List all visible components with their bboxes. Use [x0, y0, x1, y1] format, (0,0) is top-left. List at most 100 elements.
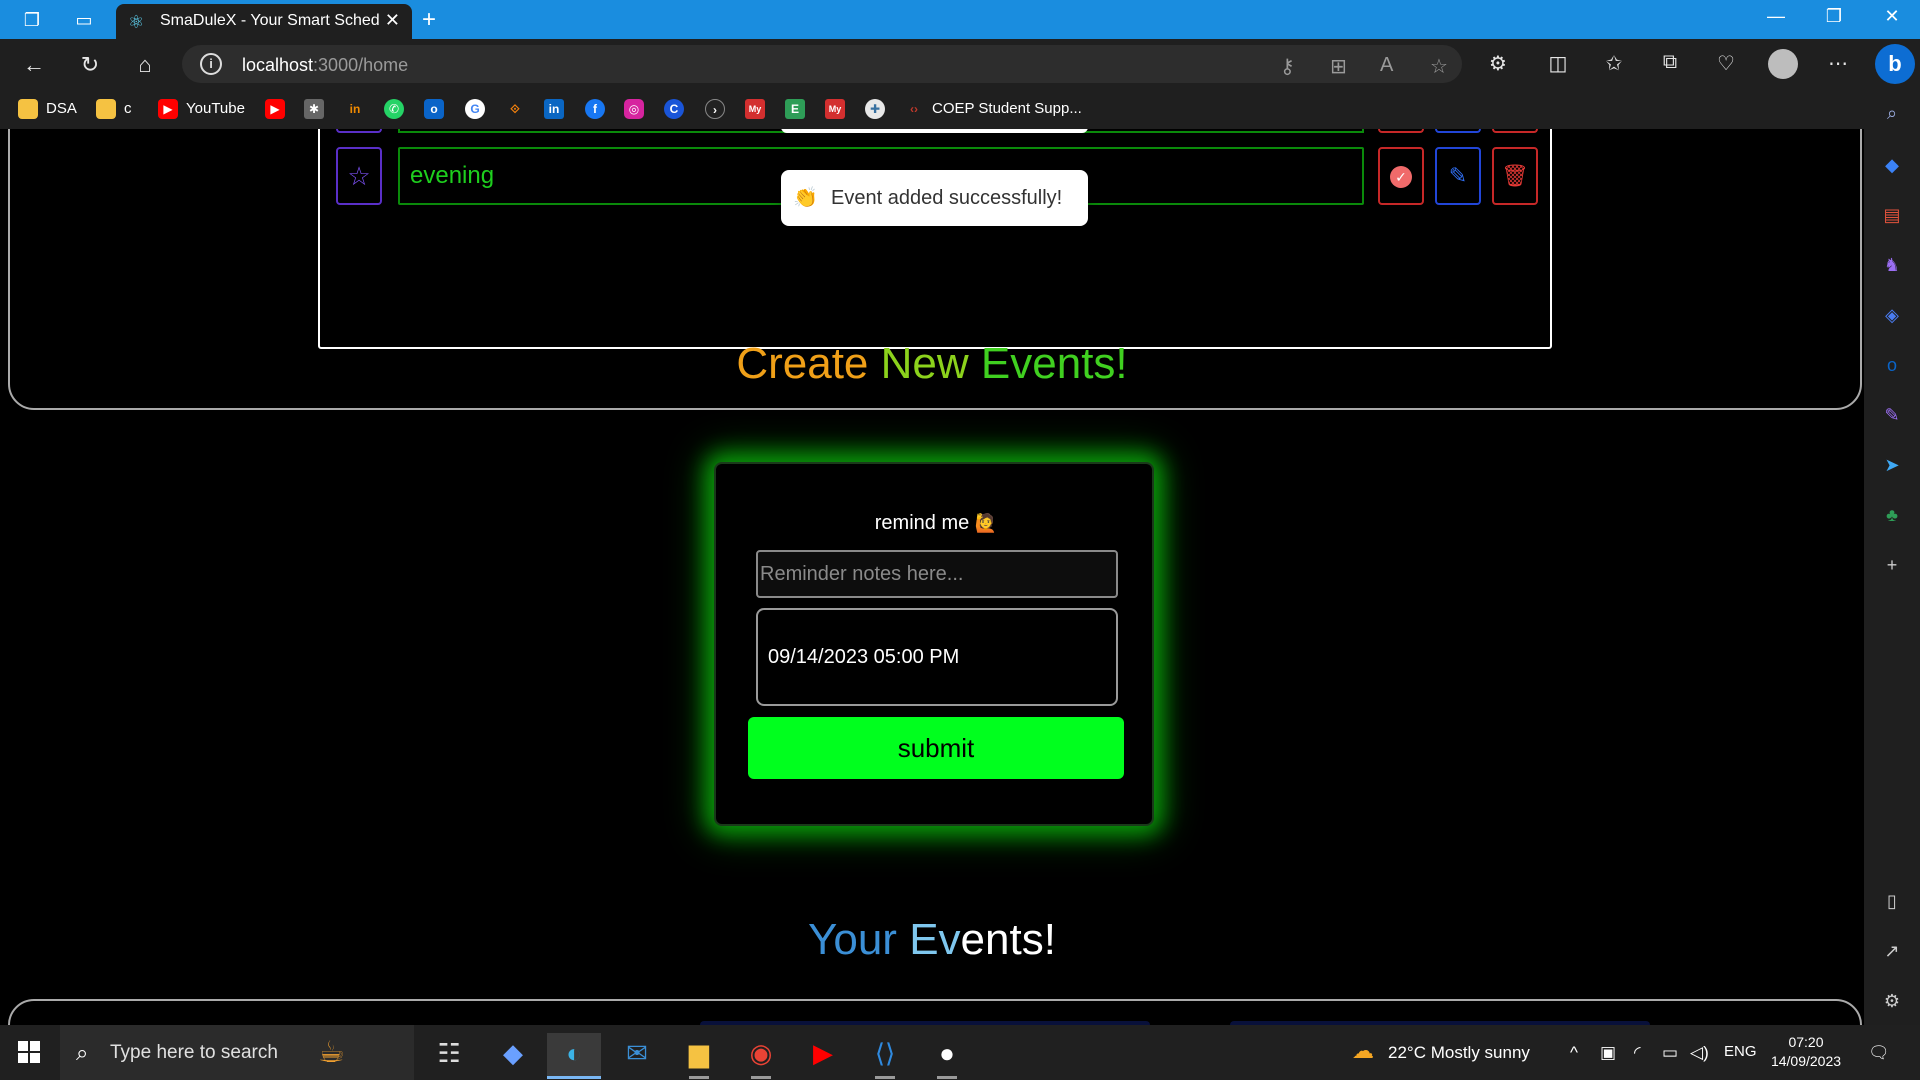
mail-icon[interactable]: ✉ [610, 1033, 664, 1079]
shopping-tag-icon[interactable]: ◆ [1880, 153, 1904, 177]
language-indicator[interactable]: ENG [1724, 1043, 1757, 1060]
in-shortcut-icon[interactable]: in [345, 99, 365, 119]
read-aloud-icon[interactable]: A [1380, 54, 1393, 77]
split-screen-icon[interactable]: ◫ [1544, 51, 1572, 76]
clock[interactable]: 07:20 14/09/2023 [1768, 1033, 1844, 1071]
your-events-heading: Your Events! [808, 915, 1056, 964]
weather-text[interactable]: 22°C Mostly sunny [1388, 1043, 1530, 1063]
youtube-taskbar-icon[interactable]: ▶ [796, 1033, 850, 1079]
my-shortcut-icon[interactable]: My [745, 99, 765, 119]
external-link-icon[interactable]: ↗ [1880, 939, 1904, 963]
favorite-star-icon[interactable]: ☆ [1430, 54, 1448, 79]
instagram-icon[interactable]: ◎ [624, 99, 644, 119]
search-icon[interactable]: ⌕ [1880, 101, 1904, 125]
edge-sidebar: ⌕ ◆ ▤ ♞ ◈ o ✎ ➤ ♣ + ▯ ↗ ⚙ [1864, 89, 1920, 1025]
extensions-icon[interactable]: ⚙ [1484, 51, 1512, 76]
wifi-icon[interactable]: ◜ [1634, 1043, 1641, 1063]
close-window-button[interactable]: ✕ [1872, 6, 1912, 27]
events-list: ☆ evening ✓ ✎ 🗑 [318, 129, 1552, 349]
facebook-icon[interactable]: f [585, 99, 605, 119]
google-icon[interactable]: G [465, 99, 485, 119]
whatsapp-icon[interactable]: ✆ [384, 99, 404, 119]
home-icon[interactable]: ⌂ [131, 51, 159, 79]
bookmark-c[interactable]: c [96, 97, 132, 121]
bing-copilot-icon[interactable]: b [1875, 44, 1915, 84]
workspaces-icon[interactable]: ❐ [20, 8, 44, 32]
sheets-icon[interactable]: E [785, 99, 805, 119]
partial-delete-button[interactable] [1492, 129, 1538, 133]
my-shortcut-2-icon[interactable]: My [825, 99, 845, 119]
github-icon[interactable]: ● [920, 1033, 974, 1079]
leetcode-icon[interactable]: ⟐ [505, 99, 525, 119]
apps-icon[interactable]: ⊞ [1330, 54, 1347, 79]
bookmark-youtube[interactable]: ▶ YouTube [158, 97, 245, 121]
arrow-shortcut-icon[interactable]: › [705, 99, 725, 119]
c-shortcut-icon[interactable]: C [664, 99, 684, 119]
settings-gear-icon[interactable]: ⚙ [1880, 989, 1904, 1013]
partial-edit-button[interactable] [1435, 129, 1481, 133]
edit-icon[interactable]: ✎ [1435, 147, 1481, 205]
bookmark-dsa[interactable]: DSA [18, 97, 77, 121]
taskbar-search[interactable]: ⌕ Type here to search ☕ [60, 1025, 414, 1080]
games-icon[interactable]: ♞ [1880, 253, 1904, 277]
youtube-icon: ▶ [158, 99, 178, 120]
telegram-icon[interactable]: ➤ [1880, 453, 1904, 477]
toast-message: Event added successfully! [831, 187, 1063, 209]
file-explorer-icon[interactable]: ▆ [672, 1033, 726, 1079]
bookmark-coep[interactable]: ‹› COEP Student Supp... [904, 97, 1082, 121]
copilot-icon[interactable]: ◈ [1880, 303, 1904, 327]
sidebar-panel-icon[interactable]: ▯ [1880, 889, 1904, 913]
bookmarks-bar: DSA c ▶ YouTube ▶ ✱ in ✆ o G ⟐ in f ◎ C ›… [0, 89, 1920, 129]
python-icon[interactable]: ✚ [865, 99, 885, 119]
tree-icon[interactable]: ♣ [1880, 503, 1904, 527]
submit-button[interactable]: submit [748, 717, 1124, 779]
raising-hand-icon: 🙋 [974, 513, 998, 533]
site-info-icon[interactable]: i [200, 53, 222, 75]
url-text[interactable]: localhost:3000/home [242, 55, 408, 76]
mark-done-button[interactable]: ✓ [1378, 147, 1424, 205]
weather-icon[interactable]: ☁ [1352, 1038, 1374, 1064]
notifications-icon[interactable]: 🗨 [1868, 1043, 1890, 1063]
designer-icon[interactable]: ✎ [1880, 403, 1904, 427]
copilot-taskbar-icon[interactable]: ◆ [486, 1033, 540, 1079]
network-icon[interactable]: ▣ [1600, 1043, 1616, 1063]
trash-icon[interactable]: 🗑 [1492, 147, 1538, 205]
minimize-button[interactable]: — [1756, 6, 1796, 27]
datetime-input[interactable]: 09/14/2023 05:00 PM [756, 608, 1118, 706]
favorites-icon[interactable]: ✩ [1600, 51, 1628, 76]
back-arrow-icon[interactable]: ← [20, 51, 48, 79]
active-tab[interactable]: ⚛ SmaDuleX - Your Smart Schedulin ✕ [116, 4, 412, 39]
new-tab-button[interactable]: + [422, 6, 436, 34]
partial-star-button[interactable] [336, 129, 382, 133]
app-shortcut-icon[interactable]: ✱ [304, 99, 324, 119]
edge-taskbar-icon[interactable]: ◐ [547, 1033, 601, 1079]
profile-avatar[interactable] [1768, 49, 1798, 79]
more-menu-icon[interactable]: ⋯ [1824, 51, 1852, 76]
outlook-icon[interactable]: o [424, 99, 444, 119]
windows-start-icon[interactable] [18, 1041, 40, 1063]
remind-me-label: remind me 🙋 [874, 512, 998, 534]
outlook-sidebar-icon[interactable]: o [1880, 353, 1904, 377]
tray-chevron-icon[interactable]: ^ [1570, 1043, 1578, 1063]
youtube-shortcut-icon[interactable]: ▶ [265, 99, 285, 119]
star-icon[interactable]: ☆ [336, 147, 382, 205]
key-icon[interactable]: ⚷ [1280, 54, 1295, 79]
refresh-icon[interactable]: ↻ [76, 51, 104, 79]
partial-done-button[interactable] [1378, 129, 1424, 133]
collections-icon[interactable]: ⧉ [1656, 51, 1684, 74]
chrome-icon[interactable]: ◉ [734, 1033, 788, 1079]
tab-actions-icon[interactable]: ▭ [72, 8, 96, 32]
tab-close-icon[interactable]: ✕ [385, 10, 400, 31]
linkedin-icon[interactable]: in [544, 99, 564, 119]
tools-icon[interactable]: ▤ [1880, 203, 1904, 227]
add-icon[interactable]: + [1880, 553, 1904, 577]
autumn-tea-icon: ☕ [318, 1036, 345, 1069]
battery-icon[interactable]: ▭ [1662, 1043, 1678, 1063]
vscode-icon[interactable]: ⟨⟩ [858, 1033, 912, 1079]
task-view-icon[interactable]: ☷ [422, 1033, 476, 1079]
browser-essentials-icon[interactable]: ♡ [1712, 51, 1740, 76]
restore-button[interactable]: ❐ [1814, 6, 1854, 27]
address-bar[interactable]: i localhost:3000/home ⚷ ⊞ A ☆ [182, 45, 1462, 83]
volume-icon[interactable]: ◁) [1690, 1043, 1709, 1063]
reminder-notes-input[interactable] [756, 550, 1118, 598]
